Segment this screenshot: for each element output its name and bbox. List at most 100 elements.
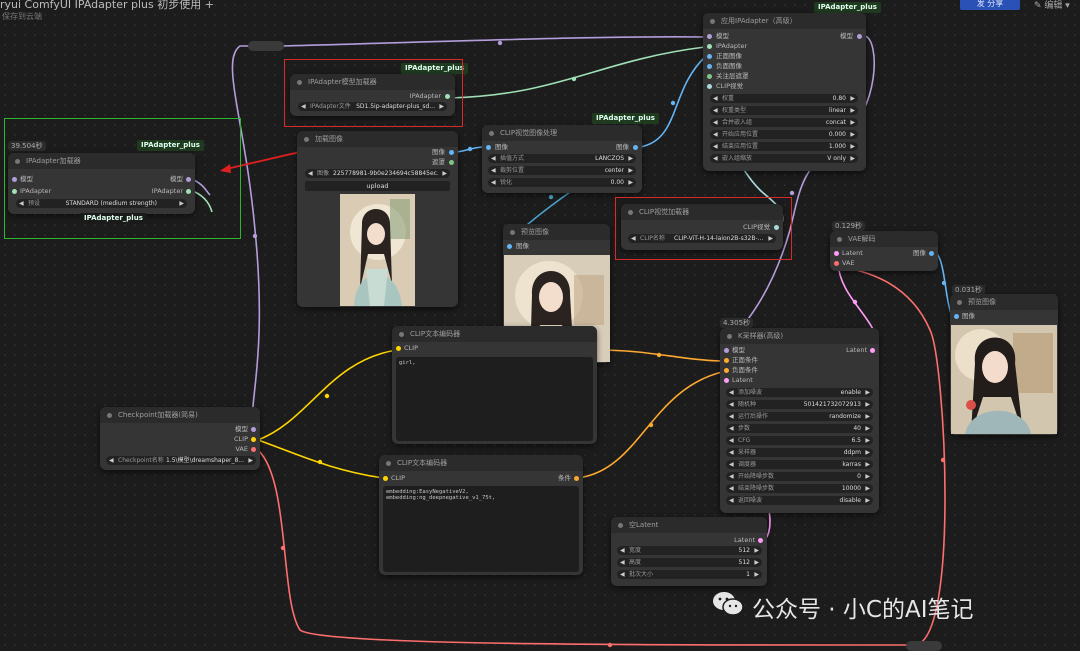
node-title[interactable]: 加载图像 [297,131,458,147]
input-socket[interactable] [707,34,712,39]
output-socket[interactable] [251,447,256,452]
steps-widget[interactable]: ◀ 步数 40 ▶ [726,424,873,433]
reroute-node[interactable] [248,41,284,51]
input-label: 图像 [516,242,529,250]
input-socket[interactable] [707,84,712,89]
upload-button[interactable]: upload [305,181,450,191]
node-title[interactable]: 应用IPAdapter（高级） [703,13,866,29]
sampler-widget[interactable]: ◀ 采样器 ddpm ▶ [726,448,873,457]
load-image-node[interactable]: 加载图像 图像 遮罩 ◀ 图像 225778981-9b0e234694c588… [297,131,458,307]
node-title[interactable]: K采样器(高级) [720,328,879,344]
input-label: VAE [842,259,855,267]
weight-widget[interactable]: ◀ 权重 0.80 ▶ [710,94,858,103]
output-socket[interactable] [251,427,256,432]
save-cloud-link[interactable]: 保存到云端 [2,11,42,22]
input-label: IPAdapter [716,42,748,50]
vae-decode-node[interactable]: VAE解码 Latent VAE 图像 [830,231,938,271]
input-label: Latent [842,249,863,257]
node-title[interactable]: 空Latent [611,517,767,533]
input-socket[interactable] [507,244,512,249]
checkpoint-name-widget[interactable]: ◀ Checkpoint名称 1.5\模型\dreamshaper_8... ▶ [106,456,256,465]
add-noise-widget[interactable]: ◀ 添加噪波 enable ▶ [726,388,873,397]
output-label: Latent [734,536,755,544]
output-socket[interactable] [251,437,256,442]
node-title[interactable]: CLIP文本编码器 [392,326,597,342]
weight-type-widget[interactable]: ◀ 权重类型 linear ▶ [710,106,858,115]
output-socket[interactable] [857,34,862,39]
output-socket[interactable] [449,160,454,165]
node-title[interactable]: VAE解码 [830,231,938,247]
output-label: 图像 [616,143,629,151]
output-socket[interactable] [449,150,454,155]
end-step-widget[interactable]: ◀ 结束降噪步数 10000 ▶ [726,484,873,493]
scheduler-widget[interactable]: ◀ 调度器 karras ▶ [726,460,873,469]
left-arrow-icon[interactable]: ◀ [308,169,313,178]
input-socket[interactable] [724,368,729,373]
return-noise-widget[interactable]: ◀ 返回噪波 disable ▶ [726,496,873,505]
highlight-box [4,118,241,239]
input-socket[interactable] [707,64,712,69]
input-socket[interactable] [834,251,839,256]
end-at-widget[interactable]: ◀ 结束应用位置 1.000 ▶ [710,142,858,151]
ksampler-advanced-node[interactable]: K采样器(高级) Latent 模型 正面条件 负面条件 Latent ◀ 添加噪… [720,328,879,513]
node-title[interactable]: CLIP文本编码器 [379,455,583,471]
input-socket[interactable] [724,378,729,383]
node-title[interactable]: 预览图像 [950,294,1058,310]
prompt-textarea[interactable]: girl, [396,357,593,441]
input-socket[interactable] [954,314,959,319]
checkpoint-loader-node[interactable]: Checkpoint加载器(简易) 模型 CLIP VAE ◀ Checkpoin… [100,407,260,470]
clip-text-encode-positive-node[interactable]: CLIP文本编码器 CLIP girl, [392,326,597,444]
start-at-widget[interactable]: ◀ 开始应用位置 0.000 ▶ [710,130,858,139]
reroute-node[interactable] [906,641,942,651]
input-socket[interactable] [834,261,839,266]
node-tag: IPAdapter_plus [814,2,881,13]
execution-time: 4.305秒 [720,318,754,328]
width-widget[interactable]: ◀ 宽度 512 ▶ [617,546,762,555]
preview-image-node[interactable]: 预览图像 图像 [950,294,1058,435]
input-socket[interactable] [724,358,729,363]
apply-ipadapter-advanced-node[interactable]: 应用IPAdapter（高级） 模型 模型 IPAdapter 正面图像 负面图… [703,13,866,171]
clip-text-encode-negative-node[interactable]: CLIP文本编码器 CLIP 条件 embedding:EasyNegative… [379,455,583,575]
output-socket[interactable] [929,251,934,256]
input-socket[interactable] [707,74,712,79]
sharpening-widget[interactable]: ◀ 锐化 0.00 ▶ [488,178,636,187]
node-title[interactable]: CLIP视觉图像处理 [482,125,642,141]
interpolation-widget[interactable]: ◀ 插值方式 LANCZOS ▶ [488,154,636,163]
loaded-image-preview [340,194,415,306]
output-socket[interactable] [574,476,579,481]
embeds-scaling-widget[interactable]: ◀ 嵌入组缩放 V only ▶ [710,154,858,163]
output-label: 模型 [840,32,853,40]
input-socket[interactable] [707,44,712,49]
node-title[interactable]: 预览图像 [503,224,610,240]
start-step-widget[interactable]: ◀ 开始降噪步数 0 ▶ [726,472,873,481]
input-socket[interactable] [707,54,712,59]
node-tag: IPAdapter_plus [592,113,659,124]
height-widget[interactable]: ◀ 高度 512 ▶ [617,558,762,567]
share-button[interactable]: 发 分享 [960,0,1020,10]
clip-vision-preprocess-node[interactable]: CLIP视觉图像处理 图像 图像 ◀ 插值方式 LANCZOS ▶ ◀ 裁剪位置 cent… [482,125,642,193]
output-label: VAE [235,445,248,453]
output-socket[interactable] [870,348,875,353]
negative-prompt-textarea[interactable]: embedding:EasyNegativeV2, embedding:ng_d… [383,486,579,572]
seed-widget[interactable]: ◀ 随机种 501421732072913 ▶ [726,400,873,409]
node-title[interactable]: Checkpoint加载器(简易) [100,407,260,423]
output-socket[interactable] [633,145,638,150]
combine-embeds-widget[interactable]: ◀ 合并嵌入组 concat ▶ [710,118,858,127]
input-socket[interactable] [396,346,401,351]
image-combo-widget[interactable]: ◀ 图像 225778981-9b0e234694c58845ec... ▶ [305,169,450,178]
input-label: 模型 [732,346,745,354]
output-socket[interactable] [758,538,763,543]
cfg-widget[interactable]: ◀ CFG 6.5 ▶ [726,436,873,445]
input-socket[interactable] [383,476,388,481]
input-socket[interactable] [486,145,491,150]
batch-size-widget[interactable]: ◀ 批次大小 1 ▶ [617,570,762,579]
top-bar: ryui ComfyUI IPAdapter plus 初步使用 + 保存到云端… [0,0,1080,22]
input-socket[interactable] [724,348,729,353]
output-label: Latent [846,346,867,354]
edit-button[interactable]: ✎ 编辑 ▾ [1034,0,1070,11]
wire-model [282,36,706,47]
crop-position-widget[interactable]: ◀ 裁剪位置 center ▶ [488,166,636,175]
empty-latent-node[interactable]: 空Latent Latent ◀ 宽度 512 ▶ ◀ 高度 512 ▶ ◀ 批次大小 1 ▶ [611,517,767,586]
right-arrow-icon[interactable]: ▶ [442,169,447,178]
control-after-generate-widget[interactable]: ◀ 运行后操作 randomize ▶ [726,412,873,421]
